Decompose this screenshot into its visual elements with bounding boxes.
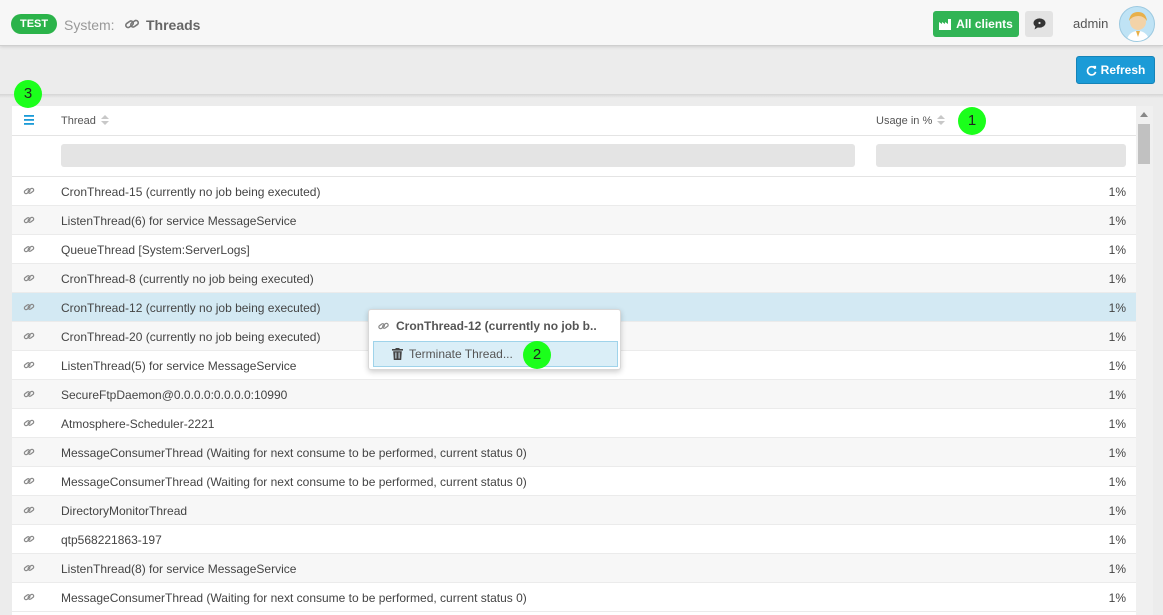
terminate-thread-menu-item[interactable]: Terminate Thread... [373, 341, 618, 367]
thread-name: CronThread-8 (currently no job being exe… [61, 272, 314, 286]
link-icon [23, 361, 35, 369]
table-row[interactable]: ListenThread(8) for service MessageServi… [12, 554, 1136, 583]
column-menu-icon[interactable] [23, 113, 35, 127]
thread-usage: 1% [1108, 475, 1126, 489]
link-icon [23, 332, 35, 340]
link-icon [23, 187, 35, 195]
thread-name: Atmosphere-Scheduler-2221 [61, 417, 215, 431]
thread-usage: 1% [1108, 388, 1126, 402]
link-icon [23, 216, 35, 224]
link-icon [23, 274, 35, 282]
thread-name: MessageConsumerThread (Waiting for next … [61, 446, 527, 460]
app-header: TEST System: Threads All clients admin [0, 0, 1163, 46]
link-icon [23, 419, 35, 427]
refresh-button[interactable]: Refresh [1076, 56, 1155, 84]
table-row[interactable]: MessageConsumerThread (Waiting for next … [12, 438, 1136, 467]
user-name[interactable]: admin [1073, 16, 1108, 31]
table-row[interactable]: SecureFtpDaemon@0.0.0.0:0.0.0.0:10990 1% [12, 380, 1136, 409]
chat-bubble-icon [1033, 18, 1045, 30]
page-title: Threads [146, 17, 201, 33]
thread-usage: 1% [1108, 272, 1126, 286]
thread-name: ListenThread(6) for service MessageServi… [61, 214, 297, 228]
link-icon [23, 390, 35, 398]
thread-filter-input[interactable] [61, 144, 855, 167]
column-header-usage[interactable]: Usage in % [876, 115, 946, 127]
sort-icon [937, 115, 946, 125]
filter-row [12, 136, 1136, 177]
link-icon [23, 564, 35, 572]
terminate-thread-label: Terminate Thread... [409, 347, 513, 361]
link-icon [23, 506, 35, 514]
thread-name: CronThread-20 (currently no job being ex… [61, 330, 321, 344]
table-row[interactable]: MessageConsumerThread (Waiting for next … [12, 467, 1136, 496]
link-icon [378, 322, 389, 330]
thread-usage: 1% [1108, 185, 1126, 199]
chat-button[interactable] [1025, 11, 1053, 37]
annotation-marker-3: 3 [14, 80, 42, 108]
all-clients-label: All clients [956, 17, 1013, 31]
link-icon [23, 593, 35, 601]
scroll-thumb[interactable] [1138, 124, 1150, 164]
thread-usage: 1% [1108, 591, 1126, 605]
table-row[interactable]: CronThread-8 (currently no job being exe… [12, 264, 1136, 293]
table-row[interactable]: DirectoryMonitorThread 1% [12, 496, 1136, 525]
sort-icon [100, 115, 109, 125]
thread-usage: 1% [1108, 417, 1126, 431]
grid-scrollbar[interactable] [1136, 106, 1153, 615]
context-menu-title: CronThread-12 (currently no job b.. [377, 319, 597, 333]
thread-usage: 1% [1108, 243, 1126, 257]
thread-name: CronThread-15 (currently no job being ex… [61, 185, 321, 199]
refresh-label: Refresh [1100, 63, 1146, 77]
thread-name: ListenThread(5) for service MessageServi… [61, 359, 297, 373]
usage-filter-input[interactable] [876, 144, 1126, 167]
table-row[interactable]: MessageConsumerThread (Waiting for next … [12, 583, 1136, 612]
user-avatar[interactable] [1119, 6, 1155, 42]
thread-name: DirectoryMonitorThread [61, 504, 188, 518]
thread-name: SecureFtpDaemon@0.0.0.0:0.0.0.0:10990 [61, 388, 288, 402]
table-row[interactable]: QueueThread [System:ServerLogs] 1% [12, 235, 1136, 264]
thread-usage: 1% [1108, 301, 1126, 315]
column-thread-label: Thread [61, 115, 96, 127]
thread-name: CronThread-12 (currently no job being ex… [61, 301, 321, 315]
thread-usage: 1% [1108, 504, 1126, 518]
column-usage-label: Usage in % [876, 115, 933, 127]
link-icon [23, 303, 35, 311]
table-row[interactable]: ListenThread(6) for service MessageServi… [12, 206, 1136, 235]
thread-usage: 1% [1108, 446, 1126, 460]
trash-icon [392, 348, 403, 360]
table-row[interactable]: Atmosphere-Scheduler-2221 1% [12, 409, 1136, 438]
refresh-icon [1086, 65, 1097, 76]
annotation-marker-2: 2 [523, 341, 551, 369]
thread-usage: 1% [1108, 533, 1126, 547]
thread-name: qtp568221863-197 [61, 533, 162, 547]
table-row[interactable]: CronThread-15 (currently no job being ex… [12, 177, 1136, 206]
link-icon [23, 477, 35, 485]
context-menu-title-text: CronThread-12 (currently no job b.. [396, 319, 597, 333]
environment-badge: TEST [11, 14, 58, 34]
link-icon [23, 448, 35, 456]
all-clients-button[interactable]: All clients [933, 11, 1019, 37]
toolbar-divider [0, 94, 1163, 98]
thread-usage: 1% [1108, 214, 1126, 228]
column-header-thread[interactable]: Thread [61, 115, 109, 127]
thread-usage: 1% [1108, 359, 1126, 373]
grid-rows: CronThread-15 (currently no job being ex… [12, 177, 1136, 612]
thread-name: QueueThread [System:ServerLogs] [61, 243, 250, 257]
annotation-marker-1: 1 [958, 107, 986, 135]
breadcrumb-system[interactable]: System: [64, 17, 115, 33]
link-icon [125, 19, 140, 29]
table-row[interactable]: qtp568221863-197 1% [12, 525, 1136, 554]
thread-name: MessageConsumerThread (Waiting for next … [61, 591, 527, 605]
factory-icon [939, 18, 952, 30]
link-icon [23, 245, 35, 253]
thread-name: MessageConsumerThread (Waiting for next … [61, 475, 527, 489]
scroll-up-arrow-icon[interactable] [1140, 112, 1148, 117]
avatar-icon [1126, 12, 1150, 41]
thread-name: ListenThread(8) for service MessageServi… [61, 562, 297, 576]
context-menu: CronThread-12 (currently no job b.. Term… [368, 309, 621, 370]
link-icon [23, 535, 35, 543]
thread-usage: 1% [1108, 562, 1126, 576]
thread-usage: 1% [1108, 330, 1126, 344]
